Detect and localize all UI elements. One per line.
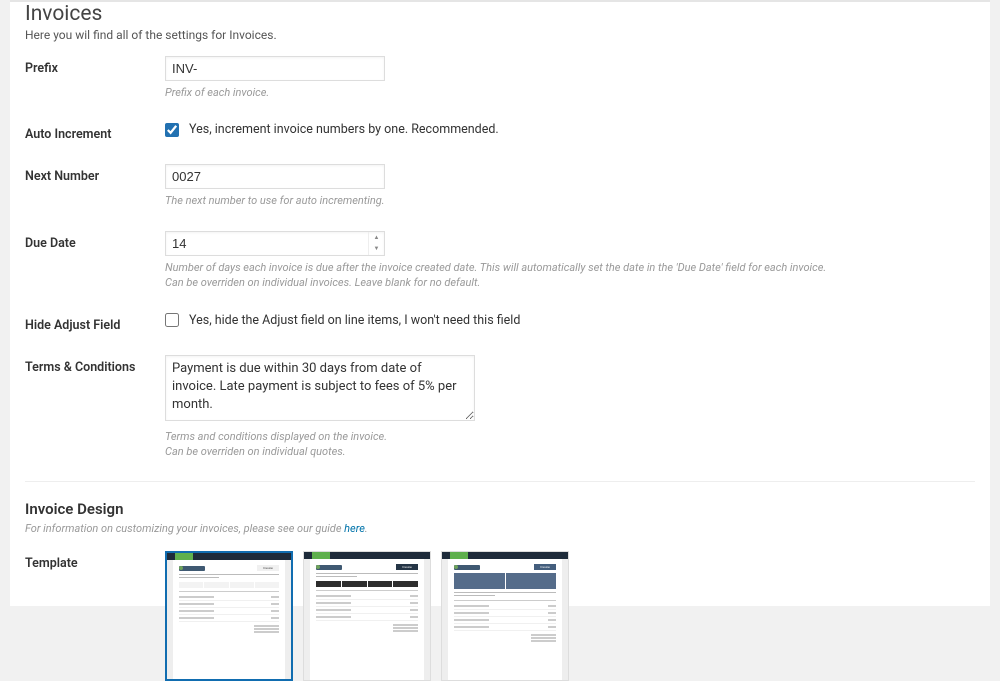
divider [25,481,975,482]
template-option-3[interactable]: Invoice [441,551,569,681]
tpl-preview: Invoice [173,560,285,681]
invoice-design-desc: For information on customizing your invo… [25,522,975,535]
row-due-date: Due Date ▲ ▼ Number of days each invoice… [25,231,975,291]
label-prefix: Prefix [25,56,165,76]
hint-due-date-2: Can be overriden on individual invoices.… [165,275,975,290]
tpl-browser-bar [167,553,291,560]
label-auto-increment: Auto Increment [25,122,165,142]
settings-panel: Invoices Here you wil find all of the se… [10,0,990,606]
template-option-2[interactable]: Invoice [303,551,431,681]
terms-textarea[interactable] [165,355,475,421]
row-next-number: Next Number The next number to use for a… [25,164,975,208]
design-desc-text: For information on customizing your invo… [25,522,344,535]
row-hide-adjust: Hide Adjust Field Yes, hide the Adjust f… [25,313,975,333]
page-title: Invoices [25,0,975,26]
next-number-input[interactable] [165,164,385,189]
template-option-1[interactable]: Invoice [165,551,293,681]
label-hide-adjust: Hide Adjust Field [25,313,165,333]
label-next-number: Next Number [25,164,165,184]
prefix-input[interactable] [165,56,385,81]
row-prefix: Prefix Prefix of each invoice. [25,56,975,100]
panel-topbar [10,0,990,2]
due-date-stepper[interactable]: ▲ ▼ [368,232,384,255]
page-description: Here you wil find all of the settings fo… [25,28,975,42]
label-due-date: Due Date [25,231,165,251]
guide-link[interactable]: here [344,522,365,535]
label-template: Template [25,551,165,571]
stepper-down-icon[interactable]: ▼ [369,243,384,255]
hint-due-date-1: Number of days each invoice is due after… [165,260,975,275]
hint-terms-2: Can be overriden on individual quotes. [165,444,975,459]
row-template: Template Invoice [25,551,975,681]
invoice-design-title: Invoice Design [25,500,975,518]
tpl-preview: Invoice [448,559,562,681]
auto-increment-checkbox[interactable] [165,123,179,137]
stepper-up-icon[interactable]: ▲ [369,232,384,244]
auto-increment-text[interactable]: Yes, increment invoice numbers by one. R… [189,122,499,137]
tpl-browser-bar [442,552,568,559]
due-date-input[interactable] [165,231,385,256]
row-terms: Terms & Conditions Terms and conditions … [25,355,975,460]
hint-prefix: Prefix of each invoice. [165,85,975,100]
hide-adjust-text[interactable]: Yes, hide the Adjust field on line items… [189,313,520,328]
hint-next-number: The next number to use for auto incremen… [165,193,975,208]
hint-terms-1: Terms and conditions displayed on the in… [165,429,975,444]
row-auto-increment: Auto Increment Yes, increment invoice nu… [25,122,975,142]
template-picker: Invoice Inv [165,551,975,681]
hide-adjust-checkbox[interactable] [165,313,179,327]
tpl-preview: Invoice [310,559,424,681]
label-terms: Terms & Conditions [25,355,165,375]
tpl-browser-bar [304,552,430,559]
